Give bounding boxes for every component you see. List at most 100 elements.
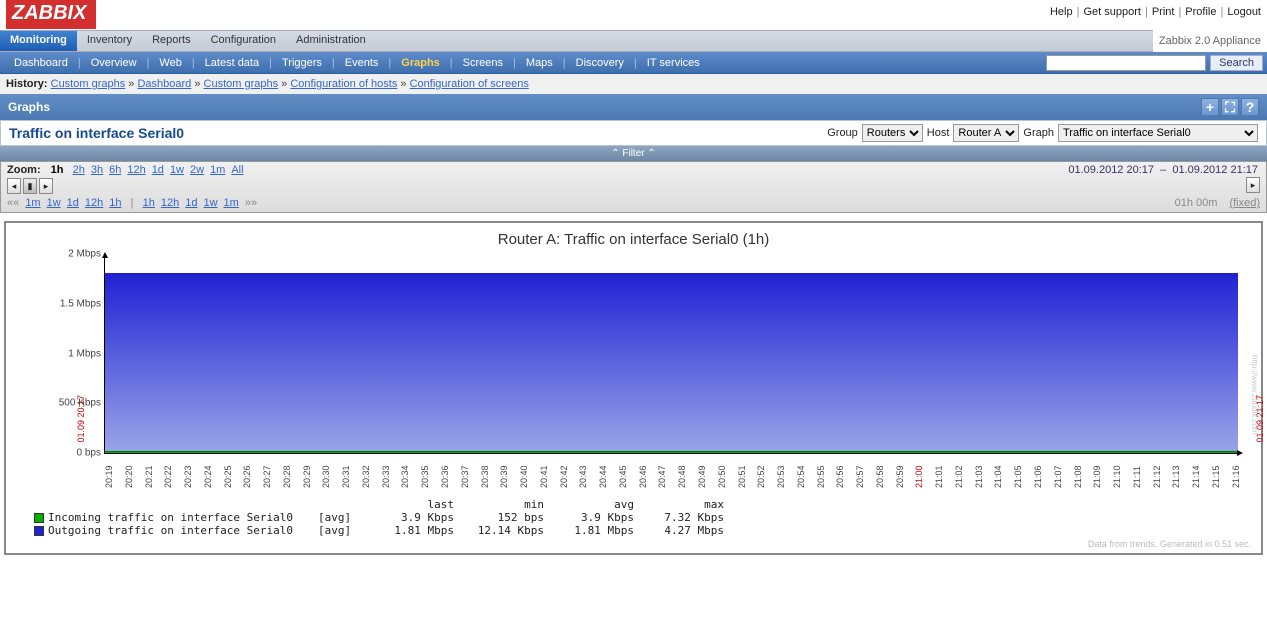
zoom-2w[interactable]: 2w [190,164,204,176]
subtab-web[interactable]: Web [149,57,191,69]
y-tick: 2 Mbps [68,249,101,260]
history-link[interactable]: Configuration of hosts [290,78,397,90]
nav-prev-icon[interactable]: ◂ [7,178,21,194]
toplink-logout[interactable]: Logout [1227,6,1261,18]
subtab-maps[interactable]: Maps [516,57,563,69]
subtab-screens[interactable]: Screens [453,57,513,69]
navl-1h[interactable]: 1h [109,197,121,209]
toplink-help[interactable]: Help [1050,6,1073,18]
history-link[interactable]: Custom graphs [204,78,279,90]
subtab-it-services[interactable]: IT services [637,57,710,69]
chart-plot-area[interactable]: 2 Mbps1.5 Mbps1 Mbps500 Kbps0 bps [104,254,1241,454]
x-tick: 20:51 [737,454,747,490]
legend-header: max [634,498,724,511]
x-tick: 20:58 [875,454,885,490]
x-tick: 21:04 [993,454,1003,490]
zoom-12h[interactable]: 12h [127,164,145,176]
add-favorite-icon[interactable]: + [1201,98,1219,116]
tab-inventory[interactable]: Inventory [77,31,142,51]
x-axis: 20:1920:2020:2120:2220:2320:2420:2520:26… [104,454,1241,490]
filter-bar[interactable]: ⌃ Filter ⌃ [0,146,1267,161]
logo[interactable]: ZABBIX [6,0,96,29]
zoom-2h[interactable]: 2h [73,164,85,176]
search-input[interactable] [1046,55,1206,71]
tab-administration[interactable]: Administration [286,31,376,51]
filter-label: Filter [622,148,644,159]
zoom-current: 1h [51,164,64,176]
toplink-profile[interactable]: Profile [1185,6,1216,18]
subtab-overview[interactable]: Overview [81,57,147,69]
subtab-triggers[interactable]: Triggers [272,57,332,69]
x-tick: 20:53 [776,454,786,490]
search-button[interactable]: Search [1210,55,1263,71]
subtab-graphs[interactable]: Graphs [391,57,450,69]
navl-12h[interactable]: 12h [85,197,103,209]
x-tick: 21:06 [1033,454,1043,490]
subtab-events[interactable]: Events [335,57,389,69]
nav-right-links: 1h 12h 1d 1w 1m [140,197,242,209]
legend-name: Outgoing traffic on interface Serial0 [48,524,318,537]
date-to: 01.09.2012 21:17 [1172,164,1258,176]
legend-header: min [454,498,544,511]
navr-1w[interactable]: 1w [203,197,217,209]
nav-end-icon[interactable]: ▸ [1246,177,1260,193]
history-link[interactable]: Configuration of screens [410,78,529,90]
navl-1m[interactable]: 1m [25,197,40,209]
x-tick: 20:37 [460,454,470,490]
legend-last: 3.9 Kbps [364,511,454,524]
tab-reports[interactable]: Reports [142,31,201,51]
history-link[interactable]: Custom graphs [51,78,126,90]
x-tick: 21:01 [934,454,944,490]
x-tick: 20:50 [717,454,727,490]
zoom-1w[interactable]: 1w [170,164,184,176]
legend-row: Outgoing traffic on interface Serial0[av… [34,524,724,537]
zoom-1d[interactable]: 1d [152,164,164,176]
x-tick: 20:25 [223,454,233,490]
x-tick: 21:09 [1092,454,1102,490]
x-tick: 20:41 [539,454,549,490]
zoom-3h[interactable]: 3h [91,164,103,176]
navr-1m[interactable]: 1m [224,197,239,209]
subtab-dashboard[interactable]: Dashboard [4,57,78,69]
subtab-latest-data[interactable]: Latest data [195,57,269,69]
zoom-all[interactable]: All [231,164,243,176]
x-tick: 21:00 [914,454,924,490]
x-tick: 21:11 [1132,454,1142,490]
toplink-print[interactable]: Print [1152,6,1175,18]
navr-12h[interactable]: 12h [161,197,179,209]
x-tick: 20:56 [835,454,845,490]
x-tick: 21:10 [1112,454,1122,490]
help-icon[interactable]: ? [1241,98,1259,116]
legend-last: 1.81 Mbps [364,524,454,537]
group-select[interactable]: Routers [862,124,923,142]
navr-1d[interactable]: 1d [185,197,197,209]
fixed-label[interactable]: (fixed) [1229,197,1260,209]
navl-1w[interactable]: 1w [47,197,61,209]
nav-right-marker: »» [245,197,257,209]
tab-configuration[interactable]: Configuration [201,31,286,51]
section-title: Graphs [8,100,50,114]
x-tick: 20:44 [598,454,608,490]
nav-next-icon[interactable]: ▸ [39,178,53,194]
tab-monitoring[interactable]: Monitoring [0,31,77,51]
graph-select[interactable]: Traffic on interface Serial0 [1058,124,1258,142]
x-tick: 20:48 [677,454,687,490]
graph-display-name: Traffic on interface Serial0 [9,125,184,141]
filter-collapse-icon: ⌃ [647,148,655,159]
toplink-get-support[interactable]: Get support [1083,6,1140,18]
subtab-discovery[interactable]: Discovery [566,57,634,69]
graph-container: http://www.zabbix.com Router A: Traffic … [4,221,1263,555]
x-end-label: 01.09 21:17 [1255,395,1265,443]
x-tick: 20:45 [618,454,628,490]
nav-slider-icon[interactable]: ▮ [23,178,37,194]
outgoing-series-area [105,273,1238,453]
zoom-1m[interactable]: 1m [210,164,225,176]
time-navigator: Zoom: 1h 2h3h6h12h1d1w2w1mAll 01.09.2012… [0,161,1267,213]
navr-1h[interactable]: 1h [143,197,155,209]
history-link[interactable]: Dashboard [137,78,191,90]
host-select[interactable]: Router A [953,124,1019,142]
zoom-6h[interactable]: 6h [109,164,121,176]
legend-max: 4.27 Mbps [634,524,724,537]
fullscreen-icon[interactable]: ⛶ [1221,98,1239,116]
navl-1d[interactable]: 1d [67,197,79,209]
